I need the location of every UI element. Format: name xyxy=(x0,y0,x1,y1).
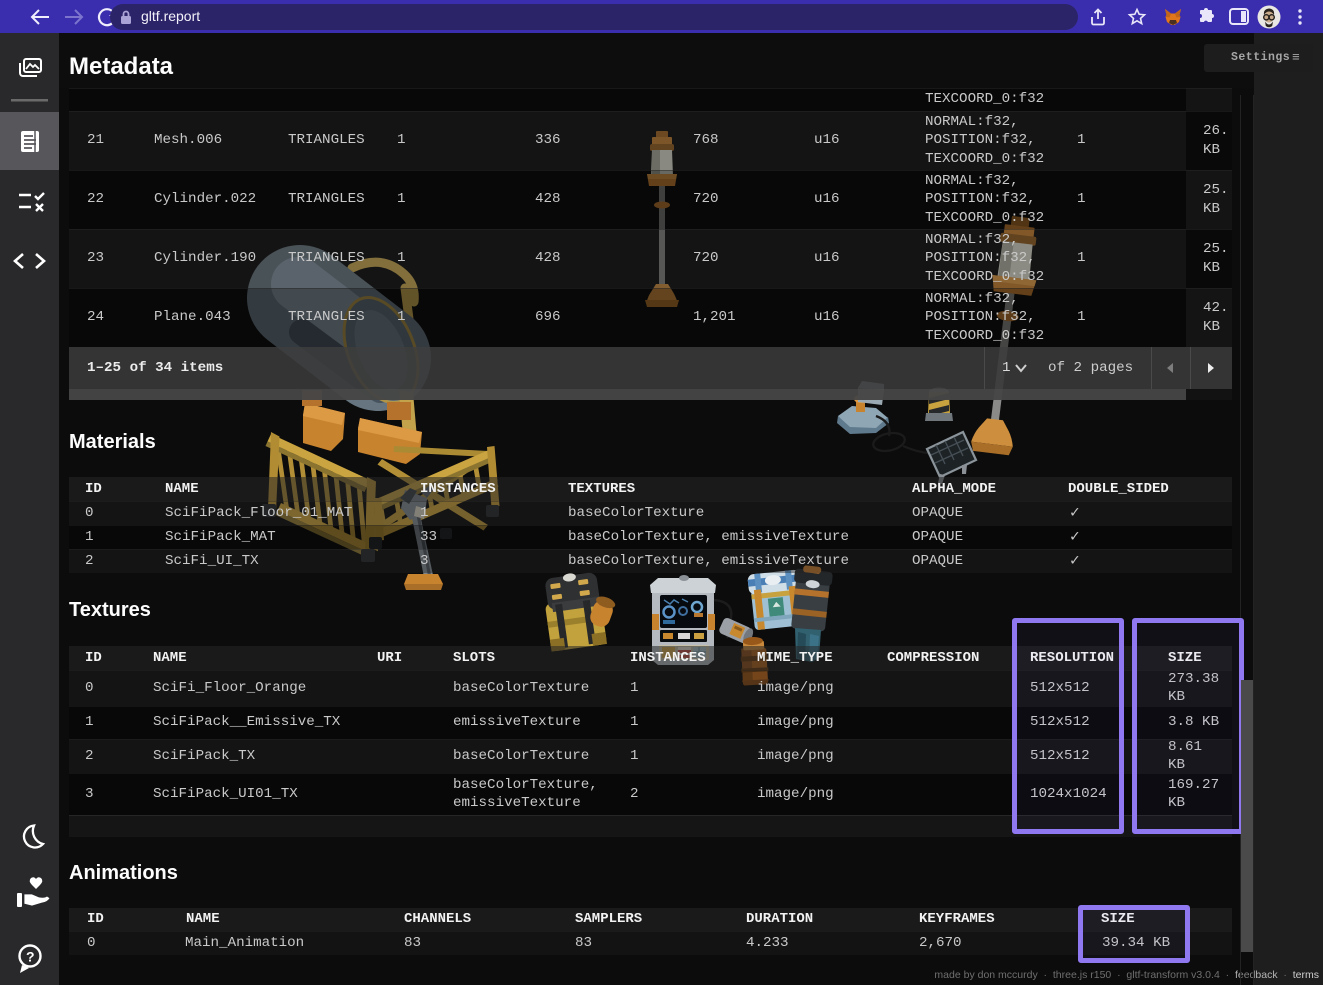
svg-text:?: ? xyxy=(26,949,35,965)
